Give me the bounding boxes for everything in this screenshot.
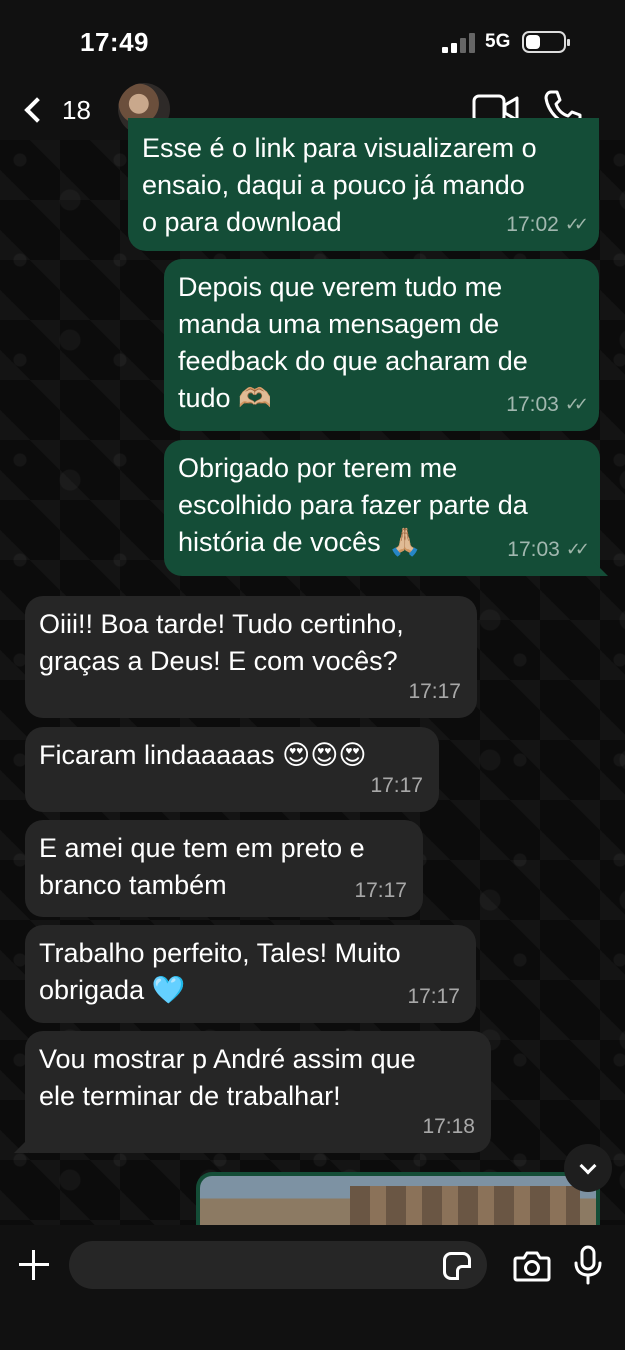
status-time: 17:49: [80, 27, 149, 57]
status-bar: 17:49 5G: [0, 0, 625, 80]
message-incoming[interactable]: Ficaram lindaaaaas 😍😍😍 17:17: [25, 727, 439, 812]
back-button[interactable]: 18: [18, 88, 98, 132]
chevron-left-icon: [24, 97, 50, 123]
scroll-down-button[interactable]: [564, 1144, 612, 1192]
message-time: 17:18: [422, 1115, 475, 1138]
double-check-icon: ✓✓: [564, 394, 589, 414]
message-meta: 17:03 ✓✓: [506, 386, 589, 423]
battery-icon: [522, 31, 570, 53]
message-incoming[interactable]: Oiii!! Boa tarde! Tudo certinho, graças …: [25, 596, 477, 718]
message-text: Trabalho perfeito, Tales! Muito obrigada…: [39, 938, 401, 1005]
message-outgoing[interactable]: Depois que verem tudo me manda uma mensa…: [164, 259, 599, 431]
double-check-icon: ✓✓: [565, 539, 590, 559]
message-incoming[interactable]: Trabalho perfeito, Tales! Muito obrigada…: [25, 925, 476, 1023]
message-meta: 17:17: [354, 872, 407, 909]
message-time: 17:03: [506, 393, 559, 416]
message-meta: 17:18: [422, 1108, 475, 1145]
message-outgoing[interactable]: Esse é o link para visualizarem o ensaio…: [128, 118, 599, 251]
chevron-down-icon: [579, 1157, 597, 1174]
attach-button[interactable]: [17, 1248, 51, 1282]
message-time: 17:17: [408, 680, 461, 703]
message-text: Ficaram lindaaaaas 😍😍😍: [39, 740, 367, 770]
message-meta: 17:17: [407, 978, 460, 1015]
message-input[interactable]: [69, 1241, 487, 1289]
message-text: Oiii!! Boa tarde! Tudo certinho, graças …: [39, 609, 404, 676]
camera-icon[interactable]: [513, 1249, 551, 1283]
message-outgoing[interactable]: Obrigado por terem me escolhido para faz…: [164, 440, 600, 576]
message-meta: 17:02 ✓✓: [506, 206, 589, 243]
message-meta: 17:03 ✓✓: [507, 531, 590, 568]
message-time: 17:03: [507, 538, 560, 561]
message-time: 17:17: [407, 985, 460, 1008]
message-incoming[interactable]: E amei que tem em preto e branco também …: [25, 820, 423, 917]
unread-count: 18: [62, 94, 91, 125]
message-time: 17:17: [370, 774, 423, 797]
composer-bar: [0, 1225, 625, 1350]
microphone-icon[interactable]: [573, 1245, 603, 1285]
network-type: 5G: [485, 31, 511, 52]
double-check-icon: ✓✓: [564, 214, 589, 234]
message-meta: 17:17: [408, 673, 461, 710]
signal-strength-icon: [442, 33, 476, 53]
message-meta: 17:17: [370, 767, 423, 804]
message-text: Vou mostrar p André assim que ele termin…: [39, 1044, 416, 1111]
message-time: 17:02: [506, 213, 559, 236]
message-time: 17:17: [354, 879, 407, 902]
image-message[interactable]: [196, 1172, 600, 1232]
message-incoming[interactable]: Vou mostrar p André assim que ele termin…: [25, 1031, 491, 1153]
sticker-icon[interactable]: [443, 1252, 471, 1280]
